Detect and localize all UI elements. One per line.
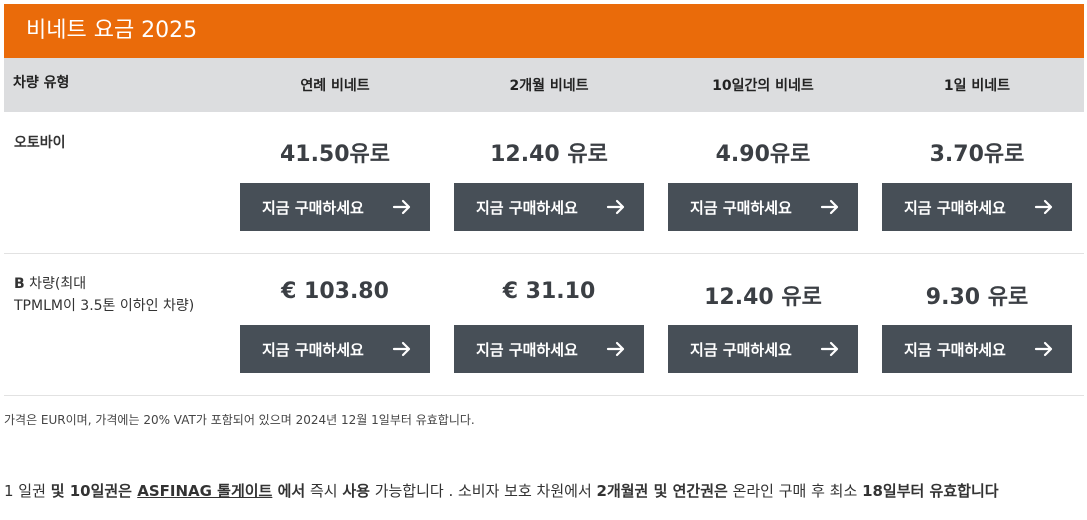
- info-bold: 2개월권 및 연간권은: [596, 482, 728, 500]
- arrow-right-icon: [606, 199, 625, 215]
- info-text: 가능합니다 . 소비자 보호 차원에서: [369, 482, 597, 500]
- page-banner: 비네트 요금 2025: [4, 4, 1084, 58]
- price-10-day: 12.40 유로: [704, 285, 822, 310]
- price-annual: € 103.80: [281, 279, 389, 304]
- buy-now-button-annual[interactable]: 지금 구매하세요: [240, 183, 430, 231]
- arrow-right-icon: [820, 341, 839, 357]
- price-annual: 41.50유로: [279, 142, 391, 167]
- button-label: 지금 구매하세요: [904, 340, 1006, 359]
- row-label-car-class: B: [14, 276, 25, 292]
- buy-now-button-10-day[interactable]: 지금 구매하세요: [668, 183, 858, 231]
- asfinag-tollgate-link[interactable]: ASFINAG 톨게이트: [137, 482, 272, 500]
- button-label: 지금 구매하세요: [476, 198, 578, 217]
- header-vehicle-type: 차량 유형: [13, 75, 70, 91]
- row-label-car-line1: 차량(최대: [24, 276, 87, 292]
- buy-now-button-annual[interactable]: 지금 구매하세요: [240, 325, 430, 373]
- arrow-right-icon: [392, 199, 411, 215]
- row-label-car: B 차량(최대 TPMLM이 3.5톤 이하인 차량): [14, 273, 194, 317]
- price-1-day: 3.70유로: [929, 142, 1025, 167]
- row-label-car-line2: TPMLM이 3.5톤 이하인 차량): [14, 298, 195, 314]
- info-bold: 18일부터 유효합니다: [862, 482, 999, 500]
- arrow-right-icon: [1034, 341, 1053, 357]
- buy-now-button-1-day[interactable]: 지금 구매하세요: [882, 183, 1072, 231]
- header-annual: 연례 비네트: [300, 78, 370, 94]
- info-text: 1 일권: [4, 482, 51, 500]
- buy-now-button-2-month[interactable]: 지금 구매하세요: [454, 183, 644, 231]
- button-label: 지금 구매하세요: [476, 340, 578, 359]
- page-title: 비네트 요금 2025: [26, 18, 198, 43]
- info-bold: 및 10일권은: [50, 482, 138, 500]
- price-2-month: € 31.10: [502, 279, 596, 304]
- header-10-day: 10일간의 비네트: [712, 78, 814, 94]
- info-bold: 에서: [272, 482, 306, 500]
- arrow-right-icon: [606, 341, 625, 357]
- table-row-car: B 차량(최대 TPMLM이 3.5톤 이하인 차량) € 103.80 € 3…: [4, 254, 1084, 396]
- button-label: 지금 구매하세요: [690, 198, 792, 217]
- price-2-month: 12.40 유로: [490, 142, 608, 167]
- buy-now-button-2-month[interactable]: 지금 구매하세요: [454, 325, 644, 373]
- info-bold: 사용: [342, 482, 370, 500]
- arrow-right-icon: [820, 199, 839, 215]
- validity-info: 1 일권 및 10일권은 ASFINAG 톨게이트 에서 즉시 사용 가능합니다…: [4, 480, 999, 501]
- buy-now-button-10-day[interactable]: 지금 구매하세요: [668, 325, 858, 373]
- table-header: 차량 유형 연례 비네트 2개월 비네트 10일간의 비네트 1일 비네트: [4, 58, 1084, 112]
- info-text: 온라인 구매 후 최소: [727, 482, 863, 500]
- info-text: 즉시: [305, 482, 343, 500]
- arrow-right-icon: [1034, 199, 1053, 215]
- button-label: 지금 구매하세요: [690, 340, 792, 359]
- price-10-day: 4.90유로: [715, 142, 811, 167]
- button-label: 지금 구매하세요: [262, 198, 364, 217]
- table-row-motorcycle: 오토바이 41.50유로 12.40 유로 4.90유로 3.70유로 지금 구…: [4, 112, 1084, 254]
- header-2-month: 2개월 비네트: [509, 78, 589, 94]
- buy-now-button-1-day[interactable]: 지금 구매하세요: [882, 325, 1072, 373]
- button-label: 지금 구매하세요: [262, 340, 364, 359]
- button-label: 지금 구매하세요: [904, 198, 1006, 217]
- header-1-day: 1일 비네트: [943, 78, 1011, 94]
- price-footnote: 가격은 EUR이며, 가격에는 20% VAT가 포함되어 있으며 2024년 …: [4, 413, 475, 427]
- row-label-motorcycle: 오토바이: [14, 135, 66, 151]
- price-1-day: 9.30 유로: [925, 285, 1029, 310]
- arrow-right-icon: [392, 341, 411, 357]
